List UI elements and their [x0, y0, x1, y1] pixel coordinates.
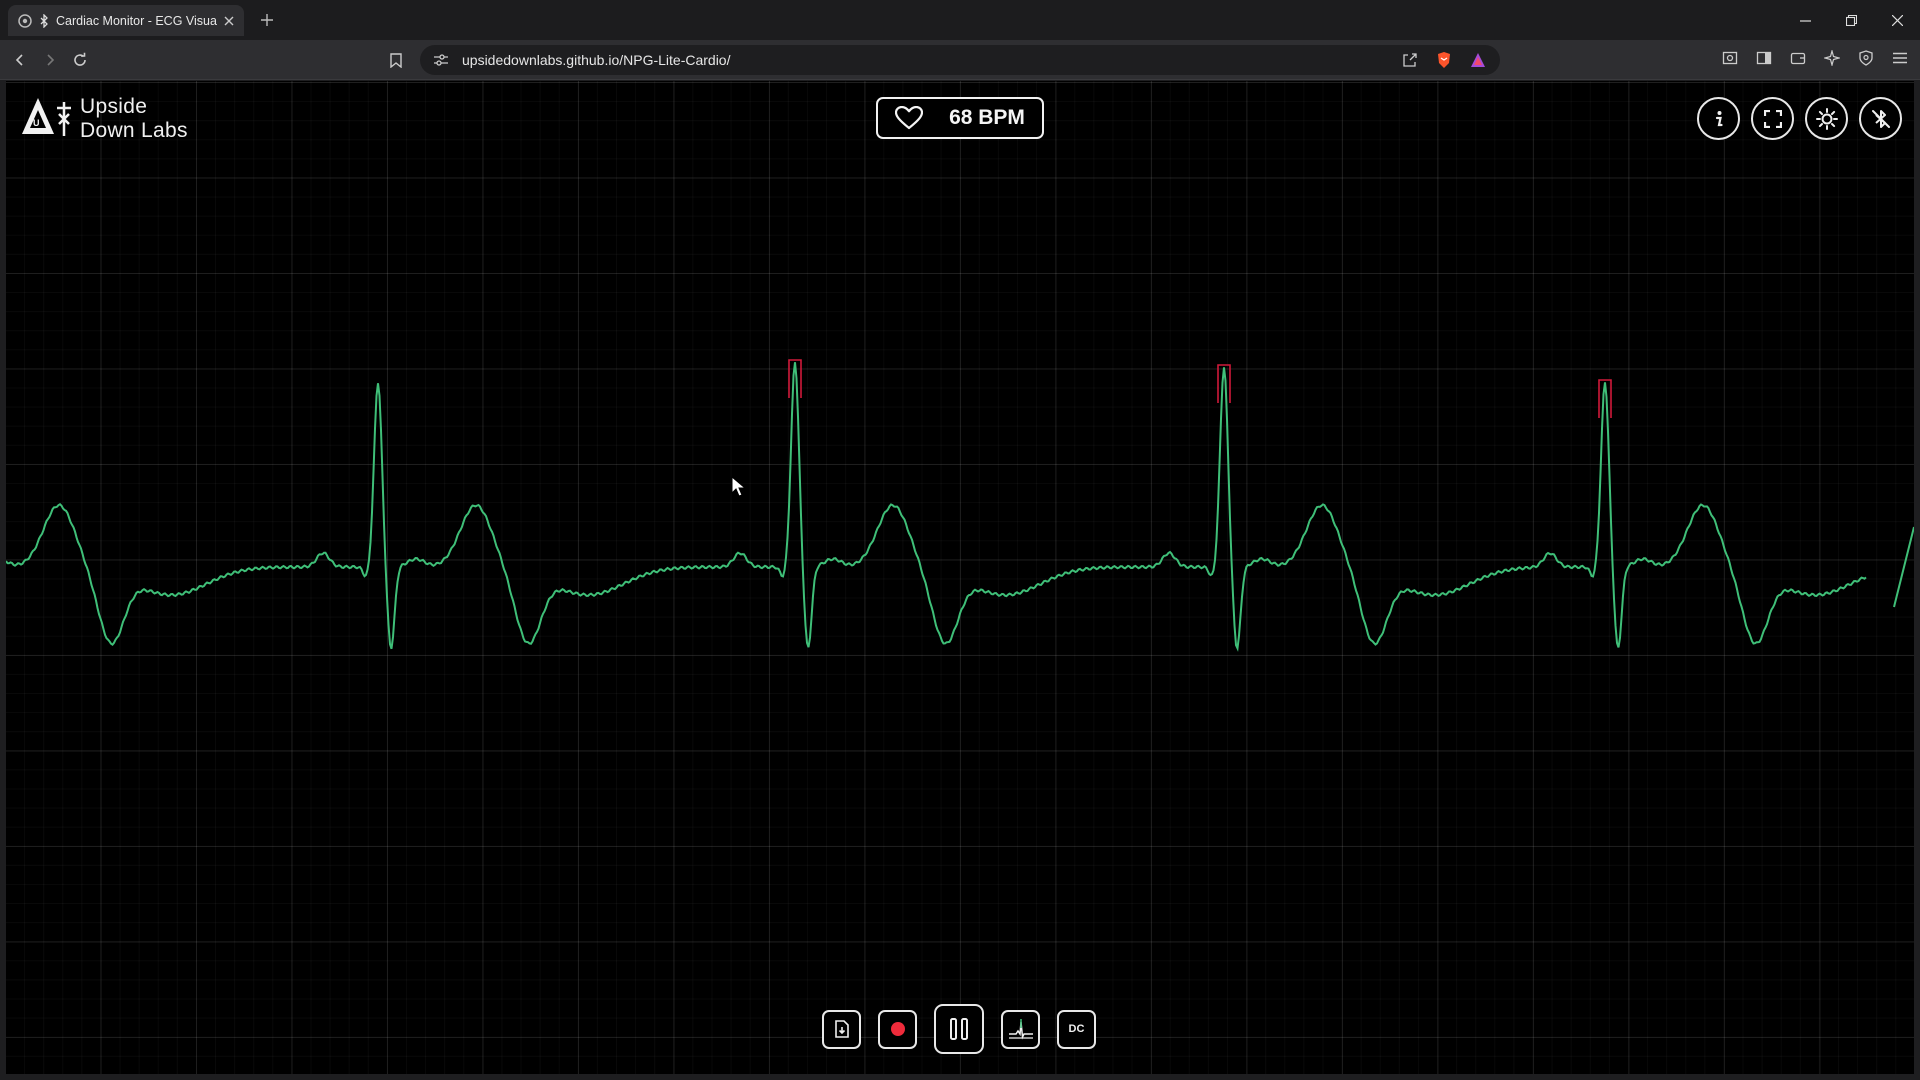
logo-line-1: Upside [80, 95, 148, 118]
filter-button[interactable] [1001, 1009, 1040, 1049]
address-bar[interactable]: upsidedownlabs.github.io/NPG-Lite-Cardio… [420, 45, 1500, 75]
save-file-button[interactable] [822, 1009, 861, 1049]
back-arrow-icon [15, 54, 23, 66]
forward-button[interactable] [38, 48, 62, 72]
info-icon [1715, 110, 1723, 126]
ecg-trace-segment [6, 362, 1867, 652]
save-file-icon [834, 1020, 849, 1038]
theme-sun-icon [1815, 107, 1838, 130]
theme-toggle-button[interactable] [1805, 97, 1848, 140]
restore-icon [1845, 14, 1857, 26]
logo-line-2: Down Labs [80, 119, 188, 142]
site-settings-icon[interactable] [434, 54, 448, 66]
bookmark-button[interactable] [384, 48, 408, 72]
heart-rate-display: 68 BPM [876, 97, 1044, 139]
brave-shields-icon[interactable] [1434, 50, 1454, 70]
share-icon[interactable] [1400, 50, 1420, 70]
screenshot-icon[interactable] [1720, 48, 1740, 68]
wallet-icon[interactable] [1788, 48, 1808, 68]
plus-icon [261, 14, 273, 26]
top-controls [1697, 97, 1902, 140]
ecg-waveform [6, 359, 1914, 652]
close-window-icon [1891, 14, 1903, 26]
fullscreen-button[interactable] [1751, 97, 1794, 140]
leo-ai-icon[interactable] [1822, 48, 1842, 68]
bottom-controls: DC [822, 1004, 1096, 1054]
url-text[interactable]: upsidedownlabs.github.io/NPG-Lite-Cardio… [462, 52, 730, 68]
brave-rewards-icon[interactable] [1468, 50, 1488, 70]
dc-toggle-button[interactable]: DC [1057, 1009, 1096, 1049]
minimize-button[interactable] [1782, 0, 1828, 40]
bluetooth-off-icon [1871, 109, 1890, 128]
logo-mark-icon: U [22, 98, 71, 136]
ecg-trace-sweep [1893, 526, 1914, 608]
vpn-shield-icon[interactable] [1856, 48, 1876, 68]
upside-down-labs-logo: U Upside Down Labs [20, 95, 188, 143]
bookmark-icon [390, 52, 402, 68]
record-icon [890, 1022, 905, 1036]
back-button[interactable] [8, 48, 32, 72]
bluetooth-connect-button[interactable] [1859, 97, 1902, 140]
site-favicon-icon [18, 13, 32, 28]
mouse-cursor-icon [731, 476, 747, 497]
bpm-value: 68 BPM [949, 106, 1025, 129]
forward-arrow-icon [47, 54, 55, 66]
reload-icon [74, 52, 86, 66]
close-window-button[interactable] [1874, 0, 1920, 40]
fullscreen-icon [1763, 109, 1782, 128]
minimize-icon [1799, 19, 1811, 22]
record-button[interactable] [878, 1009, 917, 1049]
browser-toolbar: upsidedownlabs.github.io/NPG-Lite-Cardio… [0, 40, 1920, 80]
heart-icon [895, 106, 924, 130]
browser-tab[interactable]: Cardiac Monitor - ECG Visuali [8, 5, 244, 36]
svg-text:U: U [33, 118, 40, 128]
info-button[interactable] [1697, 97, 1740, 140]
new-tab-button[interactable] [256, 9, 278, 31]
pause-icon [950, 1018, 968, 1040]
tab-title: Cardiac Monitor - ECG Visuali [56, 13, 217, 28]
window-controls [1782, 0, 1920, 40]
pause-button[interactable] [934, 1004, 984, 1054]
close-tab-icon[interactable] [224, 16, 234, 26]
menu-icon[interactable] [1890, 48, 1910, 68]
filter-ecg-icon [1008, 1019, 1033, 1040]
dc-label: DC [1068, 1023, 1085, 1035]
reload-button[interactable] [68, 48, 92, 72]
bluetooth-tab-icon [40, 13, 48, 28]
ecg-app: U Upside Down Labs 68 BPM DC [0, 81, 1920, 1080]
restore-button[interactable] [1828, 0, 1874, 40]
browser-tab-bar: Cardiac Monitor - ECG Visuali [0, 0, 1920, 40]
sidebar-icon[interactable] [1754, 48, 1774, 68]
